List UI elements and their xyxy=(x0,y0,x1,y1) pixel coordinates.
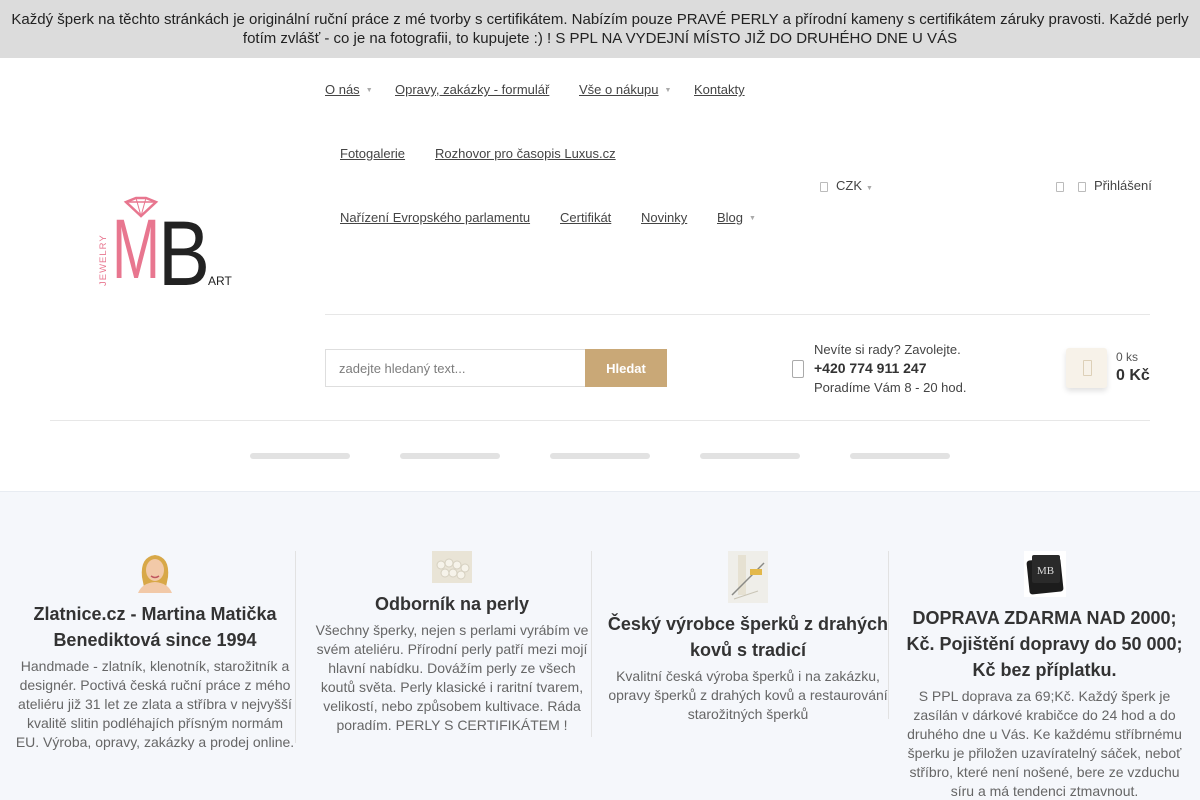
announcement-bar: Každý šperk na těchto stránkách je origi… xyxy=(0,0,1200,58)
nav-item-kontakty[interactable]: Kontakty xyxy=(694,82,745,97)
feature-divider xyxy=(888,551,889,719)
user-icon xyxy=(1078,181,1086,192)
pearls-image xyxy=(432,551,472,583)
search-button[interactable]: Hledat xyxy=(585,349,667,387)
nav-item-certifikat[interactable]: Certifikát xyxy=(560,210,611,225)
help-phone-number[interactable]: +420 774 911 247 xyxy=(814,359,966,378)
announcement-line-2: fotím zvlášť - co je na fotografii, to k… xyxy=(242,30,958,47)
feature-text: Handmade - zlatník, klenotník, starožitn… xyxy=(15,658,295,750)
nav-item-narizeni-eu[interactable]: Nařízení Evropského parlamentu xyxy=(340,210,530,225)
feature-title: DOPRAVA ZDARMA NAD 2000; Kč. Pojištění d… xyxy=(906,608,1183,680)
login-link[interactable]: Přihlášení xyxy=(1056,178,1152,193)
loading-placeholder xyxy=(250,453,350,459)
loading-placeholder xyxy=(850,453,950,459)
cart-total[interactable]: 0 Kč xyxy=(1116,367,1150,385)
help-contact: Nevíte si rady? Zavolejte. +420 774 911 … xyxy=(814,340,966,397)
chevron-down-icon: ▼ xyxy=(749,215,756,223)
nav-item-blog[interactable]: Blog ▼ xyxy=(717,210,756,225)
logo-letter-m: M xyxy=(112,202,160,293)
feature-divider xyxy=(295,551,296,743)
currency-selector[interactable]: CZK ▼ xyxy=(820,178,873,193)
help-hours: Poradíme Vám 8 - 20 hod. xyxy=(814,380,967,395)
feature-goldsmith: Zlatnice.cz - Martina Matička Benediktov… xyxy=(14,551,296,752)
nav-item-novinky[interactable]: Novinky xyxy=(641,210,687,225)
feature-title: Odborník na perly xyxy=(374,594,530,614)
cart-count[interactable]: 0 ks xyxy=(1116,350,1138,364)
feature-text: Kvalitní česká výroba šperků i na zakázk… xyxy=(608,668,888,722)
jewelry-workshop-image xyxy=(728,551,768,603)
nav-item-o-nas[interactable]: O nás ▼ xyxy=(325,82,373,97)
loading-placeholder xyxy=(700,453,800,459)
settings-icon xyxy=(1056,181,1064,192)
feature-pearl-expert: Odborník na perly Všechny šperky, nejen … xyxy=(312,551,592,735)
header-divider xyxy=(325,314,1150,315)
chevron-down-icon: ▼ xyxy=(365,87,373,95)
help-question: Nevíte si rady? Zavolejte. xyxy=(814,342,961,357)
cart-icon[interactable] xyxy=(1066,348,1107,388)
logo-vertical-text: JEWELRY xyxy=(98,234,109,286)
nav-item-opravy-zakazky[interactable]: Opravy, zakázky - formulář xyxy=(395,82,549,97)
gift-box-image: MB xyxy=(1023,551,1066,597)
logo-letter-b: B xyxy=(158,203,210,293)
chevron-down-icon: ▼ xyxy=(664,87,672,95)
announcement-line-1: Každý šperk na těchto stránkách je origi… xyxy=(11,11,1189,28)
loading-placeholder xyxy=(400,453,500,459)
portrait-image xyxy=(138,555,172,593)
currency-icon xyxy=(820,181,828,192)
feature-free-shipping: MB DOPRAVA ZDARMA NAD 2000; Kč. Pojištěn… xyxy=(903,551,1186,800)
box-logo-text: MB xyxy=(1037,565,1054,577)
phone-icon xyxy=(792,360,804,378)
feature-title: Český výrobce šperků z drahých kovů s tr… xyxy=(607,614,889,660)
features-section: Zlatnice.cz - Martina Matička Benediktov… xyxy=(0,491,1200,800)
site-logo[interactable]: JEWELRY M B ART xyxy=(98,188,268,293)
feature-title: Zlatnice.cz - Martina Matička Benediktov… xyxy=(33,604,277,650)
feature-text: Všechny šperky, nejen s perlami vyrábím … xyxy=(315,622,589,733)
nav-item-vse-o-nakupu[interactable]: Vše o nákupu ▼ xyxy=(579,82,671,97)
nav-item-rozhovor-luxus[interactable]: Rozhovor pro časopis Luxus.cz xyxy=(435,146,616,161)
logo-suffix-text: ART xyxy=(208,274,232,288)
feature-czech-maker: Český výrobce šperků z drahých kovů s tr… xyxy=(607,551,889,724)
section-divider xyxy=(50,420,1150,421)
search-input[interactable] xyxy=(325,349,586,387)
chevron-down-icon: ▼ xyxy=(866,185,873,192)
feature-text: S PPL doprava za 69;Kč. Každý šperk je z… xyxy=(907,688,1182,799)
nav-item-fotogalerie[interactable]: Fotogalerie xyxy=(340,146,405,161)
loading-placeholder xyxy=(550,453,650,459)
feature-divider xyxy=(591,551,592,737)
